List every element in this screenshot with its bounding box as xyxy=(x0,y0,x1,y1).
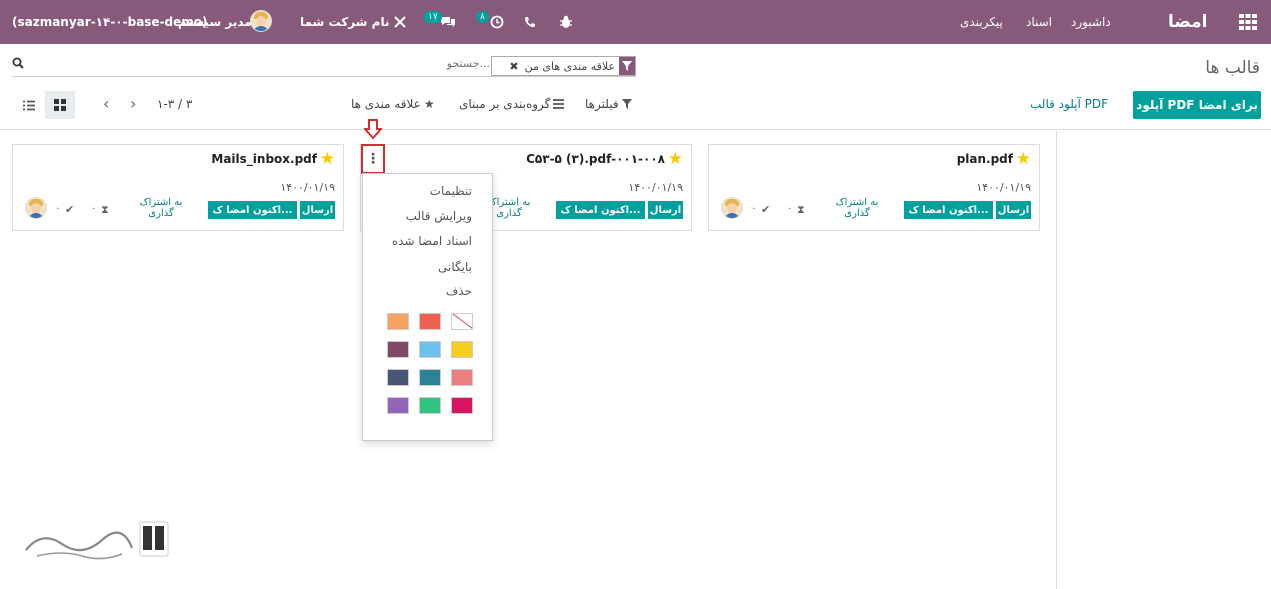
menu-documents[interactable]: اسناد xyxy=(1026,0,1052,44)
responsible-avatar xyxy=(721,197,743,219)
color-swatch[interactable] xyxy=(387,397,409,414)
company-tools-icon xyxy=(393,0,407,44)
color-swatch[interactable] xyxy=(419,397,441,414)
send-button[interactable]: ارسال xyxy=(300,201,335,219)
kanban-card[interactable]: ★ plan.pdf ۱۴۰۰/۰۱/۱۹ ارسال اکنون امضا ک… xyxy=(708,144,1040,231)
filter-icon xyxy=(621,99,632,109)
card-date: ۱۴۰۰/۰۱/۱۹ xyxy=(280,181,335,194)
card-kebab-menu-icon[interactable]: ⋮ xyxy=(361,144,385,174)
check-icon: ✔ xyxy=(761,203,771,216)
sidebar-divider xyxy=(1056,131,1057,589)
top-navbar: امضا داشبورد اسناد پیکربندی ۸ ۱۷ نام شرک… xyxy=(0,0,1271,44)
card-date: ۱۴۰۰/۰۱/۱۹ xyxy=(628,181,683,194)
card-title: Mails_inbox.pdf xyxy=(211,152,317,166)
send-button[interactable]: ارسال xyxy=(648,201,683,219)
color-swatch[interactable] xyxy=(387,313,409,330)
favorite-star-icon[interactable]: ★ xyxy=(320,149,335,169)
color-swatch[interactable] xyxy=(387,369,409,386)
color-swatch[interactable] xyxy=(387,341,409,358)
color-swatch[interactable] xyxy=(419,341,441,358)
pager-prev-icon[interactable]: ‹ xyxy=(103,94,109,113)
search-facet-favorites[interactable]: علاقه مندی های من ✖ xyxy=(491,56,636,76)
upload-pdf-sign-button[interactable]: آپلود PDF برای امضا xyxy=(1133,91,1261,119)
app-name[interactable]: امضا xyxy=(1168,0,1208,44)
favorite-star-icon[interactable]: ★ xyxy=(1016,149,1031,169)
list-icon xyxy=(553,99,565,109)
star-icon: ★ xyxy=(423,97,435,111)
favorites-button[interactable]: علاقه مندی ها ★ xyxy=(351,97,435,111)
messages-badge: ۱۷ xyxy=(424,11,442,23)
groupby-button[interactable]: گروه‌بندی بر مبنای xyxy=(459,97,565,111)
menu-configuration[interactable]: پیکربندی xyxy=(960,0,1003,44)
user-avatar[interactable] xyxy=(250,10,272,32)
signed-count: ۰ xyxy=(751,203,757,214)
database-name: (sazmanyar-۱۴-۰-base-demo) xyxy=(12,15,208,29)
color-swatch[interactable] xyxy=(451,341,473,358)
favorite-star-icon[interactable]: ★ xyxy=(668,149,683,169)
card-title: plan.pdf xyxy=(956,152,1013,166)
card-date: ۱۴۰۰/۰۱/۱۹ xyxy=(976,181,1031,194)
facet-remove-icon[interactable]: ✖ xyxy=(507,60,520,73)
color-swatch-none[interactable] xyxy=(451,313,473,330)
bug-icon[interactable] xyxy=(559,0,573,44)
groupby-label: گروه‌بندی بر مبنای xyxy=(459,97,551,111)
filter-icon xyxy=(619,57,635,75)
company-name[interactable]: نام شرکت شما xyxy=(300,0,389,44)
facet-label: علاقه مندی های من xyxy=(524,59,615,73)
upload-template-button[interactable]: آپلود قالب PDF xyxy=(1030,97,1108,111)
phone-icon[interactable] xyxy=(524,0,536,44)
activity-clock-icon[interactable] xyxy=(490,0,504,44)
color-swatch[interactable] xyxy=(419,369,441,386)
search-icon[interactable] xyxy=(12,57,24,72)
hourglass-icon: ⧗ xyxy=(101,203,109,216)
color-swatch[interactable] xyxy=(451,397,473,414)
kanban-card[interactable]: ★ Mails_inbox.pdf ۱۴۰۰/۰۱/۱۹ ارسال اکنون… xyxy=(12,144,344,231)
list-view-icon[interactable] xyxy=(14,91,44,119)
pager-value[interactable]: ۱-۳ / ۳ xyxy=(157,97,192,111)
filters-label: فیلترها xyxy=(585,97,619,111)
filters-button[interactable]: فیلترها xyxy=(585,97,632,111)
watermark-logo xyxy=(22,520,172,567)
card-title: C۵۳-۵ (۳).pdf-۰۰۱-۰۰۸ xyxy=(526,152,665,166)
pending-count: ۰ xyxy=(787,203,793,214)
color-swatch[interactable] xyxy=(419,313,441,330)
favorites-label: علاقه مندی ها xyxy=(351,97,421,111)
check-icon: ✔ xyxy=(65,203,75,216)
hourglass-icon: ⧗ xyxy=(797,203,805,216)
apps-menu-icon[interactable] xyxy=(1239,0,1257,44)
search-input[interactable] xyxy=(440,57,490,70)
color-swatch[interactable] xyxy=(451,369,473,386)
menu-item-archive[interactable]: بایگانی xyxy=(438,260,472,274)
menu-item-settings[interactable]: تنظیمات xyxy=(430,184,472,198)
kanban-view-icon[interactable] xyxy=(45,91,75,119)
sign-now-button[interactable]: اکنون امضا ک... xyxy=(556,201,645,219)
pager-next-icon[interactable]: › xyxy=(130,94,136,113)
sign-now-button[interactable]: اکنون امضا ک... xyxy=(208,201,297,219)
card-dropdown-menu: تنظیمات ویرایش قالب اسناد امضا شده بایگا… xyxy=(362,173,493,441)
annotation-arrow-icon xyxy=(364,119,382,140)
share-button[interactable]: به اشتراک گذاری xyxy=(130,197,192,219)
send-button[interactable]: ارسال xyxy=(996,201,1031,219)
sign-now-button[interactable]: اکنون امضا ک... xyxy=(904,201,993,219)
menu-item-edit-template[interactable]: ویرایش قالب xyxy=(406,209,472,223)
responsible-avatar xyxy=(25,197,47,219)
menu-item-signed-documents[interactable]: اسناد امضا شده xyxy=(392,234,472,248)
share-button[interactable]: به اشتراک گذاری xyxy=(826,197,888,219)
pending-count: ۰ xyxy=(91,203,97,214)
signed-count: ۰ xyxy=(55,203,61,214)
menu-dashboard[interactable]: داشبورد xyxy=(1071,0,1111,44)
menu-item-delete[interactable]: حذف xyxy=(446,284,472,298)
messages-icon[interactable] xyxy=(440,0,456,44)
activity-badge: ۸ xyxy=(476,11,489,23)
page-title: قالب ها xyxy=(1205,58,1260,78)
